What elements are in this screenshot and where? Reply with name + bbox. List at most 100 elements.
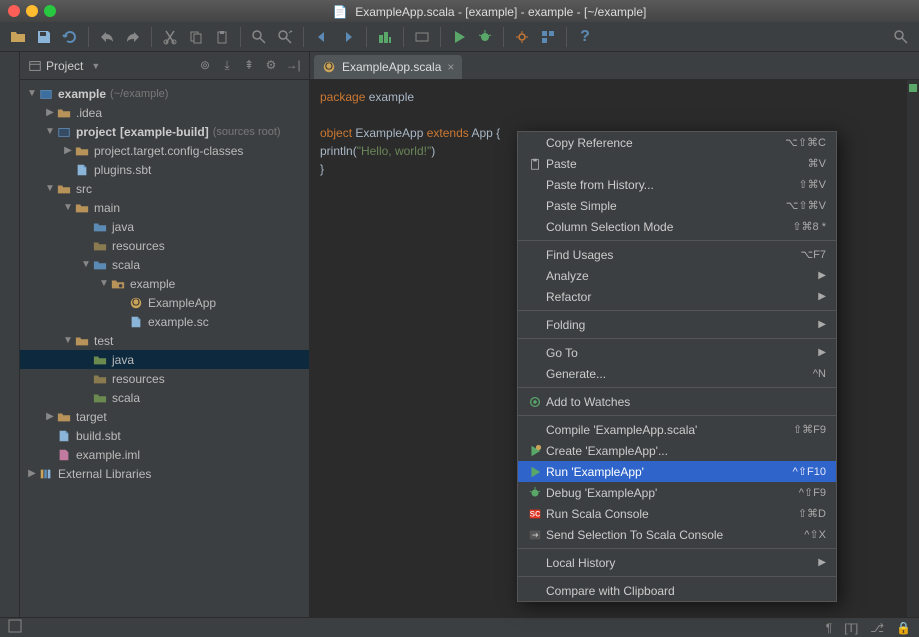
menu-item-shortcut: ⌘V xyxy=(808,157,826,170)
search-everywhere-button[interactable] xyxy=(889,25,913,49)
tree-row-project-target-config-classes[interactable]: ▶ project.target.config-classes xyxy=(20,141,309,160)
menu-item-go-to[interactable]: Go To▶ xyxy=(518,342,836,363)
tree-arrow-icon[interactable]: ▶ xyxy=(62,145,74,156)
tree-arrow-icon[interactable]: ▶ xyxy=(44,411,56,422)
help-button[interactable]: ? xyxy=(573,25,597,49)
tree-row-exampleapp[interactable]: OExampleApp xyxy=(20,293,309,312)
menu-item-send-selection-to-scala-console[interactable]: Send Selection To Scala Console^⇧X xyxy=(518,524,836,545)
tree-arrow-icon[interactable]: ▼ xyxy=(62,335,74,346)
build-button[interactable] xyxy=(373,25,397,49)
redo-button[interactable] xyxy=(121,25,145,49)
cut-button[interactable] xyxy=(158,25,182,49)
paste-button[interactable] xyxy=(210,25,234,49)
menu-item-local-history[interactable]: Local History▶ xyxy=(518,552,836,573)
tree-row-scala[interactable]: scala xyxy=(20,388,309,407)
autoscroll-to-source-icon[interactable]: ⊚ xyxy=(197,58,213,73)
tree-row-main[interactable]: ▼main xyxy=(20,198,309,217)
tree-row-java[interactable]: java xyxy=(20,350,309,369)
menu-item-run-exampleapp-[interactable]: Run 'ExampleApp'^⇧F10 xyxy=(518,461,836,482)
status-git-icon[interactable]: ⎇ xyxy=(870,621,884,635)
tree-row-plugins-sbt[interactable]: plugins.sbt xyxy=(20,160,309,179)
tree-row-example[interactable]: ▼example xyxy=(20,274,309,293)
tree-label: resources xyxy=(112,239,165,253)
forward-button[interactable] xyxy=(336,25,360,49)
tree-row--idea[interactable]: ▶.idea xyxy=(20,103,309,122)
editor-tab-exampleapp[interactable]: O ExampleApp.scala × xyxy=(314,55,462,79)
find-button[interactable] xyxy=(247,25,271,49)
window-titlebar: 📄 ExampleApp.scala - [example] - example… xyxy=(0,0,919,22)
gear-icon[interactable]: ⚙ xyxy=(263,58,279,73)
hide-panel-icon[interactable]: →| xyxy=(285,58,301,73)
menu-item-copy-reference[interactable]: Copy Reference⌥⇧⌘C xyxy=(518,132,836,153)
menu-item-label: Paste from History... xyxy=(546,178,798,192)
menu-item-generate-[interactable]: Generate...^N xyxy=(518,363,836,384)
menu-item-folding[interactable]: Folding▶ xyxy=(518,314,836,335)
tree-row-test[interactable]: ▼test xyxy=(20,331,309,350)
autoscroll-from-source-icon[interactable]: ⤓ xyxy=(219,58,235,73)
project-tree[interactable]: ▼example(~/example)▶.idea▼project [examp… xyxy=(20,80,309,617)
replace-button[interactable] xyxy=(273,25,297,49)
tree-row-example-sc[interactable]: example.sc xyxy=(20,312,309,331)
close-tab-icon[interactable]: × xyxy=(447,60,454,74)
tree-row-resources[interactable]: resources xyxy=(20,369,309,388)
menu-item-analyze[interactable]: Analyze▶ xyxy=(518,265,836,286)
close-window-button[interactable] xyxy=(8,5,20,17)
settings-button[interactable] xyxy=(510,25,534,49)
menu-item-paste[interactable]: Paste⌘V xyxy=(518,153,836,174)
tree-row-java[interactable]: java xyxy=(20,217,309,236)
tree-row-example[interactable]: ▼example(~/example) xyxy=(20,84,309,103)
status-square-icon[interactable] xyxy=(8,619,22,636)
menu-item-refactor[interactable]: Refactor▶ xyxy=(518,286,836,307)
status-encoding[interactable]: [T] xyxy=(844,621,858,635)
tree-row-resources[interactable]: resources xyxy=(20,236,309,255)
run-button[interactable] xyxy=(447,25,471,49)
menu-item-run-scala-console[interactable]: scRun Scala Console⇧⌘D xyxy=(518,503,836,524)
minimize-window-button[interactable] xyxy=(26,5,38,17)
tree-arrow-icon[interactable]: ▼ xyxy=(44,126,56,137)
copy-button[interactable] xyxy=(184,25,208,49)
tree-label: java xyxy=(112,220,134,234)
tree-row-src[interactable]: ▼src xyxy=(20,179,309,198)
menu-item-paste-from-history-[interactable]: Paste from History...⇧⌘V xyxy=(518,174,836,195)
menu-item-create-exampleapp-[interactable]: Create 'ExampleApp'... xyxy=(518,440,836,461)
debug-button[interactable] xyxy=(473,25,497,49)
tree-row-project[interactable]: ▼project [example-build](sources root) xyxy=(20,122,309,141)
tree-arrow-icon[interactable]: ▼ xyxy=(26,88,38,99)
tree-arrow-icon[interactable]: ▼ xyxy=(44,183,56,194)
save-button[interactable] xyxy=(32,25,56,49)
tree-row-target[interactable]: ▶target xyxy=(20,407,309,426)
menu-item-find-usages[interactable]: Find Usages⌥F7 xyxy=(518,244,836,265)
tree-folder-blue-icon xyxy=(92,257,108,273)
tree-arrow-icon[interactable]: ▶ xyxy=(44,107,56,118)
undo-button[interactable] xyxy=(95,25,119,49)
code-line[interactable] xyxy=(320,106,919,124)
tree-arrow-icon[interactable]: ▶ xyxy=(26,468,38,479)
code-line[interactable]: package example xyxy=(320,88,919,106)
tree-row-build-sbt[interactable]: build.sbt xyxy=(20,426,309,445)
tree-row-external-libraries[interactable]: ▶External Libraries xyxy=(20,464,309,483)
menu-item-paste-simple[interactable]: Paste Simple⌥⇧⌘V xyxy=(518,195,836,216)
tree-row-example-iml[interactable]: example.iml xyxy=(20,445,309,464)
left-tool-gutter[interactable] xyxy=(0,52,20,617)
tree-label: project.target.config-classes xyxy=(94,144,243,158)
project-panel-title[interactable]: Project ▼ xyxy=(28,59,100,73)
tree-row-scala[interactable]: ▼scala xyxy=(20,255,309,274)
menu-item-debug-exampleapp-[interactable]: Debug 'ExampleApp'^⇧F9 xyxy=(518,482,836,503)
project-structure-button[interactable] xyxy=(536,25,560,49)
refresh-button[interactable] xyxy=(58,25,82,49)
open-button[interactable] xyxy=(6,25,30,49)
lock-icon[interactable]: 🔒 xyxy=(896,621,911,635)
tree-arrow-icon[interactable]: ▼ xyxy=(80,259,92,270)
menu-item-shortcut: ⇧⌘8 * xyxy=(792,220,826,233)
tree-folder-green-icon xyxy=(92,352,108,368)
tree-arrow-icon[interactable]: ▼ xyxy=(62,202,74,213)
run-config-button[interactable] xyxy=(410,25,434,49)
zoom-window-button[interactable] xyxy=(44,5,56,17)
tree-arrow-icon[interactable]: ▼ xyxy=(98,278,110,289)
menu-item-add-to-watches[interactable]: Add to Watches xyxy=(518,391,836,412)
menu-item-compile-exampleapp-scala-[interactable]: Compile 'ExampleApp.scala'⇧⌘F9 xyxy=(518,419,836,440)
back-button[interactable] xyxy=(310,25,334,49)
menu-item-column-selection-mode[interactable]: Column Selection Mode⇧⌘8 * xyxy=(518,216,836,237)
collapse-all-icon[interactable]: ⇞ xyxy=(241,58,257,73)
menu-item-compare-with-clipboard[interactable]: Compare with Clipboard xyxy=(518,580,836,601)
